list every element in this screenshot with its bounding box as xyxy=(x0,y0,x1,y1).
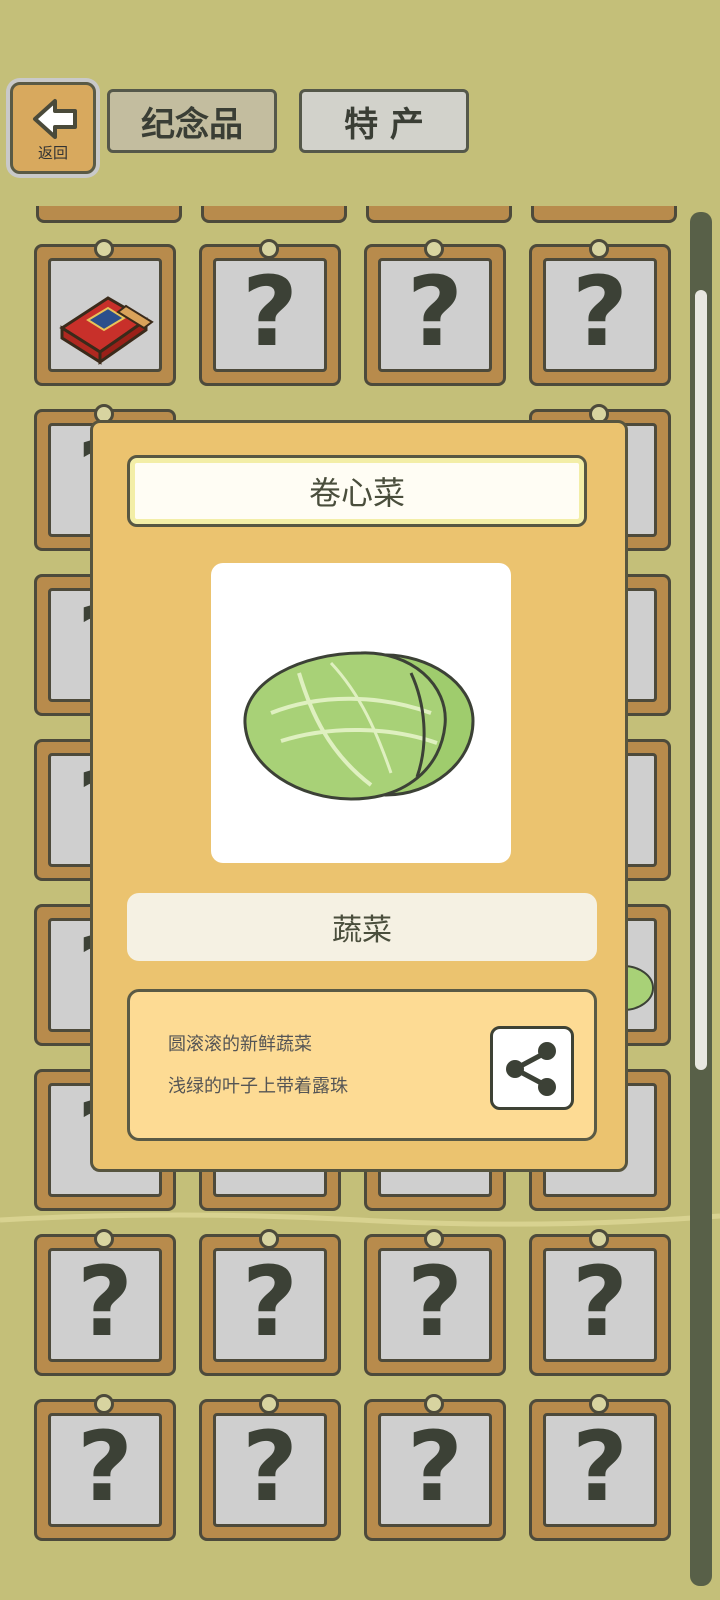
scrollbar-thumb[interactable] xyxy=(695,290,707,1070)
question-mark: ? xyxy=(407,1246,463,1358)
item-category: 蔬菜 xyxy=(127,893,597,961)
question-mark: ? xyxy=(242,1246,298,1358)
collection-tile-unknown[interactable]: ? xyxy=(364,1229,506,1376)
description-line: 圆滚滚的新鲜蔬菜 xyxy=(168,1034,312,1055)
collection-tile-unknown[interactable]: ? xyxy=(199,1394,341,1541)
tab-specialties[interactable]: 特 产 xyxy=(299,89,469,153)
collection-tile-unknown[interactable]: ? xyxy=(529,1394,671,1541)
question-mark: ? xyxy=(242,1411,298,1523)
item-description-box: 圆滚滚的新鲜蔬菜 浅绿的叶子上带着露珠 xyxy=(127,989,597,1141)
question-mark: ? xyxy=(77,1411,133,1523)
tile-partial xyxy=(36,206,182,223)
collection-tile-unknown[interactable]: ? xyxy=(34,1229,176,1376)
tab-souvenirs[interactable]: 纪念品 xyxy=(107,89,277,153)
cabbage-icon xyxy=(243,651,475,801)
scrollbar[interactable] xyxy=(690,212,712,1586)
collection-tile-unknown[interactable]: ? xyxy=(364,239,506,386)
collection-tile-unknown[interactable]: ? xyxy=(529,1229,671,1376)
description-line: 浅绿的叶子上带着露珠 xyxy=(168,1076,348,1097)
tile-partial xyxy=(201,206,347,223)
collection-tile-unknown[interactable]: ? xyxy=(529,239,671,386)
share-button[interactable] xyxy=(490,1026,574,1110)
collection-tile-unknown[interactable]: ? xyxy=(199,1229,341,1376)
back-label: 返回 xyxy=(37,144,68,162)
collection-tile-found[interactable] xyxy=(34,239,176,386)
gift-box-icon xyxy=(59,296,154,365)
question-mark: ? xyxy=(572,1411,628,1523)
question-mark: ? xyxy=(242,256,298,368)
item-detail-popup: 卷心菜 蔬菜 圆滚滚的新鲜蔬菜 浅绿的叶子上带着露珠 xyxy=(90,420,628,1172)
question-mark: ? xyxy=(572,1246,628,1358)
collection-tile-unknown[interactable]: ? xyxy=(199,239,341,386)
question-mark: ? xyxy=(77,1246,133,1358)
question-mark: ? xyxy=(407,256,463,368)
collection-tile-unknown[interactable]: ? xyxy=(34,1394,176,1541)
item-name: 卷心菜 xyxy=(127,455,587,527)
item-image-frame xyxy=(211,563,511,863)
question-mark: ? xyxy=(407,1411,463,1523)
tile-partial xyxy=(366,206,512,223)
question-mark: ? xyxy=(572,256,628,368)
souvenir-screen: 返回 纪念品 特 产 ? ? ? ? ? ? ? ? ? ? ? ? ? ? ?… xyxy=(0,0,720,1600)
back-button[interactable]: 返回 xyxy=(10,82,96,174)
tile-partial xyxy=(531,206,677,223)
share-icon xyxy=(506,1042,556,1096)
collection-tile-unknown[interactable]: ? xyxy=(364,1394,506,1541)
